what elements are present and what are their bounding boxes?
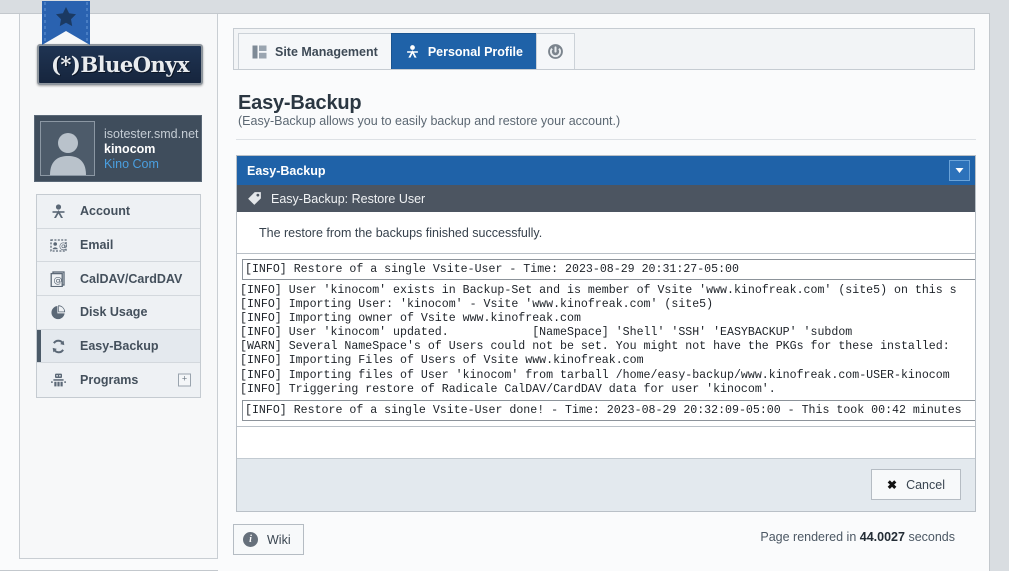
sidebar-item-label: Programs <box>80 373 139 388</box>
log-output-region: [INFO] Restore of a single Vsite-User - … <box>237 253 975 427</box>
sidebar-item-programs[interactable]: Programs + <box>37 363 200 398</box>
log-header-field: [INFO] Restore of a single Vsite-User - … <box>242 259 975 280</box>
sidebar-item-caldav-carddav[interactable]: @ CalDAV/CardDAV <box>37 262 200 297</box>
log-body: [INFO] User 'kinocom' exists in Backup-S… <box>240 284 957 396</box>
panel-subheader: Easy-Backup: Restore User <box>237 185 975 212</box>
tab-label: Site Management <box>275 44 378 59</box>
person-network-icon <box>405 44 420 59</box>
info-circle-icon: i <box>243 532 258 547</box>
sidebar-item-label: Disk Usage <box>80 305 148 320</box>
status-message: The restore from the backups finished su… <box>259 226 543 240</box>
sidebar-item-label: Account <box>80 204 130 219</box>
rendered-value: 44.0027 <box>859 530 905 544</box>
tag-icon <box>247 191 262 206</box>
calendar-card-icon: @ <box>49 270 67 288</box>
svg-text:@: @ <box>53 276 62 286</box>
log-footer-field: [INFO] Restore of a single Vsite-User do… <box>242 399 975 421</box>
panel-header-title: Easy-Backup <box>247 163 326 178</box>
user-card: isotester.smd.net kinocom Kino Com <box>34 115 202 182</box>
rendered-suffix: seconds <box>908 530 955 544</box>
page-title: Easy-Backup <box>238 92 362 114</box>
easy-backup-panel: Easy-Backup Easy-Backup: Restore User Th… <box>236 155 976 512</box>
layout-columns-icon <box>252 45 267 59</box>
page-rendered-status: Page rendered in 44.0027 seconds <box>760 530 955 544</box>
cancel-button-label: Cancel <box>906 477 945 492</box>
user-fullname-link[interactable]: Kino Com <box>104 157 199 171</box>
panel-body: The restore from the backups finished su… <box>237 212 975 511</box>
tab-personal-profile[interactable]: Personal Profile <box>390 33 537 69</box>
account-person-icon <box>49 202 67 220</box>
sidebar-item-label: CalDAV/CardDAV <box>80 271 183 286</box>
tab-strip: Site Management Personal Profile <box>233 28 975 70</box>
logout-circle-icon <box>547 43 564 60</box>
email-card-icon: @ <box>49 236 67 254</box>
title-divider <box>236 139 976 140</box>
panel-header: Easy-Backup <box>237 156 975 185</box>
log-header-line: [INFO] Restore of a single Vsite-User - … <box>245 263 739 276</box>
tab-label: Personal Profile <box>427 44 523 59</box>
tab-logout[interactable] <box>536 33 575 69</box>
user-avatar-icon <box>40 121 95 176</box>
sidebar-item-easy-backup[interactable]: Easy-Backup <box>37 329 200 364</box>
sidebar-item-email[interactable]: @ Email <box>37 228 200 263</box>
panel-subheader-title: Easy-Backup: Restore User <box>271 191 426 206</box>
tab-site-management[interactable]: Site Management <box>238 33 392 69</box>
sidebar-item-label: Easy-Backup <box>80 339 159 354</box>
sidebar-item-account[interactable]: Account <box>37 195 200 229</box>
user-host: isotester.smd.net <box>104 126 199 141</box>
expand-programs-icon[interactable]: + <box>178 373 191 387</box>
log-footer-line: [INFO] Restore of a single Vsite-User do… <box>245 403 962 417</box>
rendered-prefix: Page rendered in <box>760 530 857 544</box>
wiki-button[interactable]: i Wiki <box>233 524 304 555</box>
user-meta: isotester.smd.net kinocom Kino Com <box>104 127 199 171</box>
screen-root: (*)BlueOnyx isotester.smd.net kinocom Ki… <box>0 0 1009 571</box>
refresh-cycle-icon <box>49 337 67 355</box>
panel-spacer <box>237 426 975 458</box>
cancel-button[interactable]: ✖ Cancel <box>871 469 961 501</box>
robot-icon <box>49 371 67 389</box>
sidebar-nav: Account @ Email @ CalDAV/CardDAV Disk Us… <box>36 194 201 399</box>
svg-text:@: @ <box>59 241 67 251</box>
sidebar-item-disk-usage[interactable]: Disk Usage <box>37 296 200 330</box>
pie-chart-icon <box>49 303 67 321</box>
chevron-down-icon[interactable] <box>949 160 970 181</box>
page-scroll-gutter[interactable] <box>990 0 1009 571</box>
page-subtitle: (Easy-Backup allows you to easily backup… <box>238 114 621 128</box>
panel-footer: ✖ Cancel <box>237 457 975 511</box>
sidebar-item-label: Email <box>80 238 114 253</box>
close-x-icon: ✖ <box>887 477 898 492</box>
user-username: kinocom <box>104 141 156 156</box>
app-frame: (*)BlueOnyx isotester.smd.net kinocom Ki… <box>0 1 990 571</box>
wiki-button-label: Wiki <box>267 532 291 547</box>
star-ribbon-icon <box>42 1 90 56</box>
